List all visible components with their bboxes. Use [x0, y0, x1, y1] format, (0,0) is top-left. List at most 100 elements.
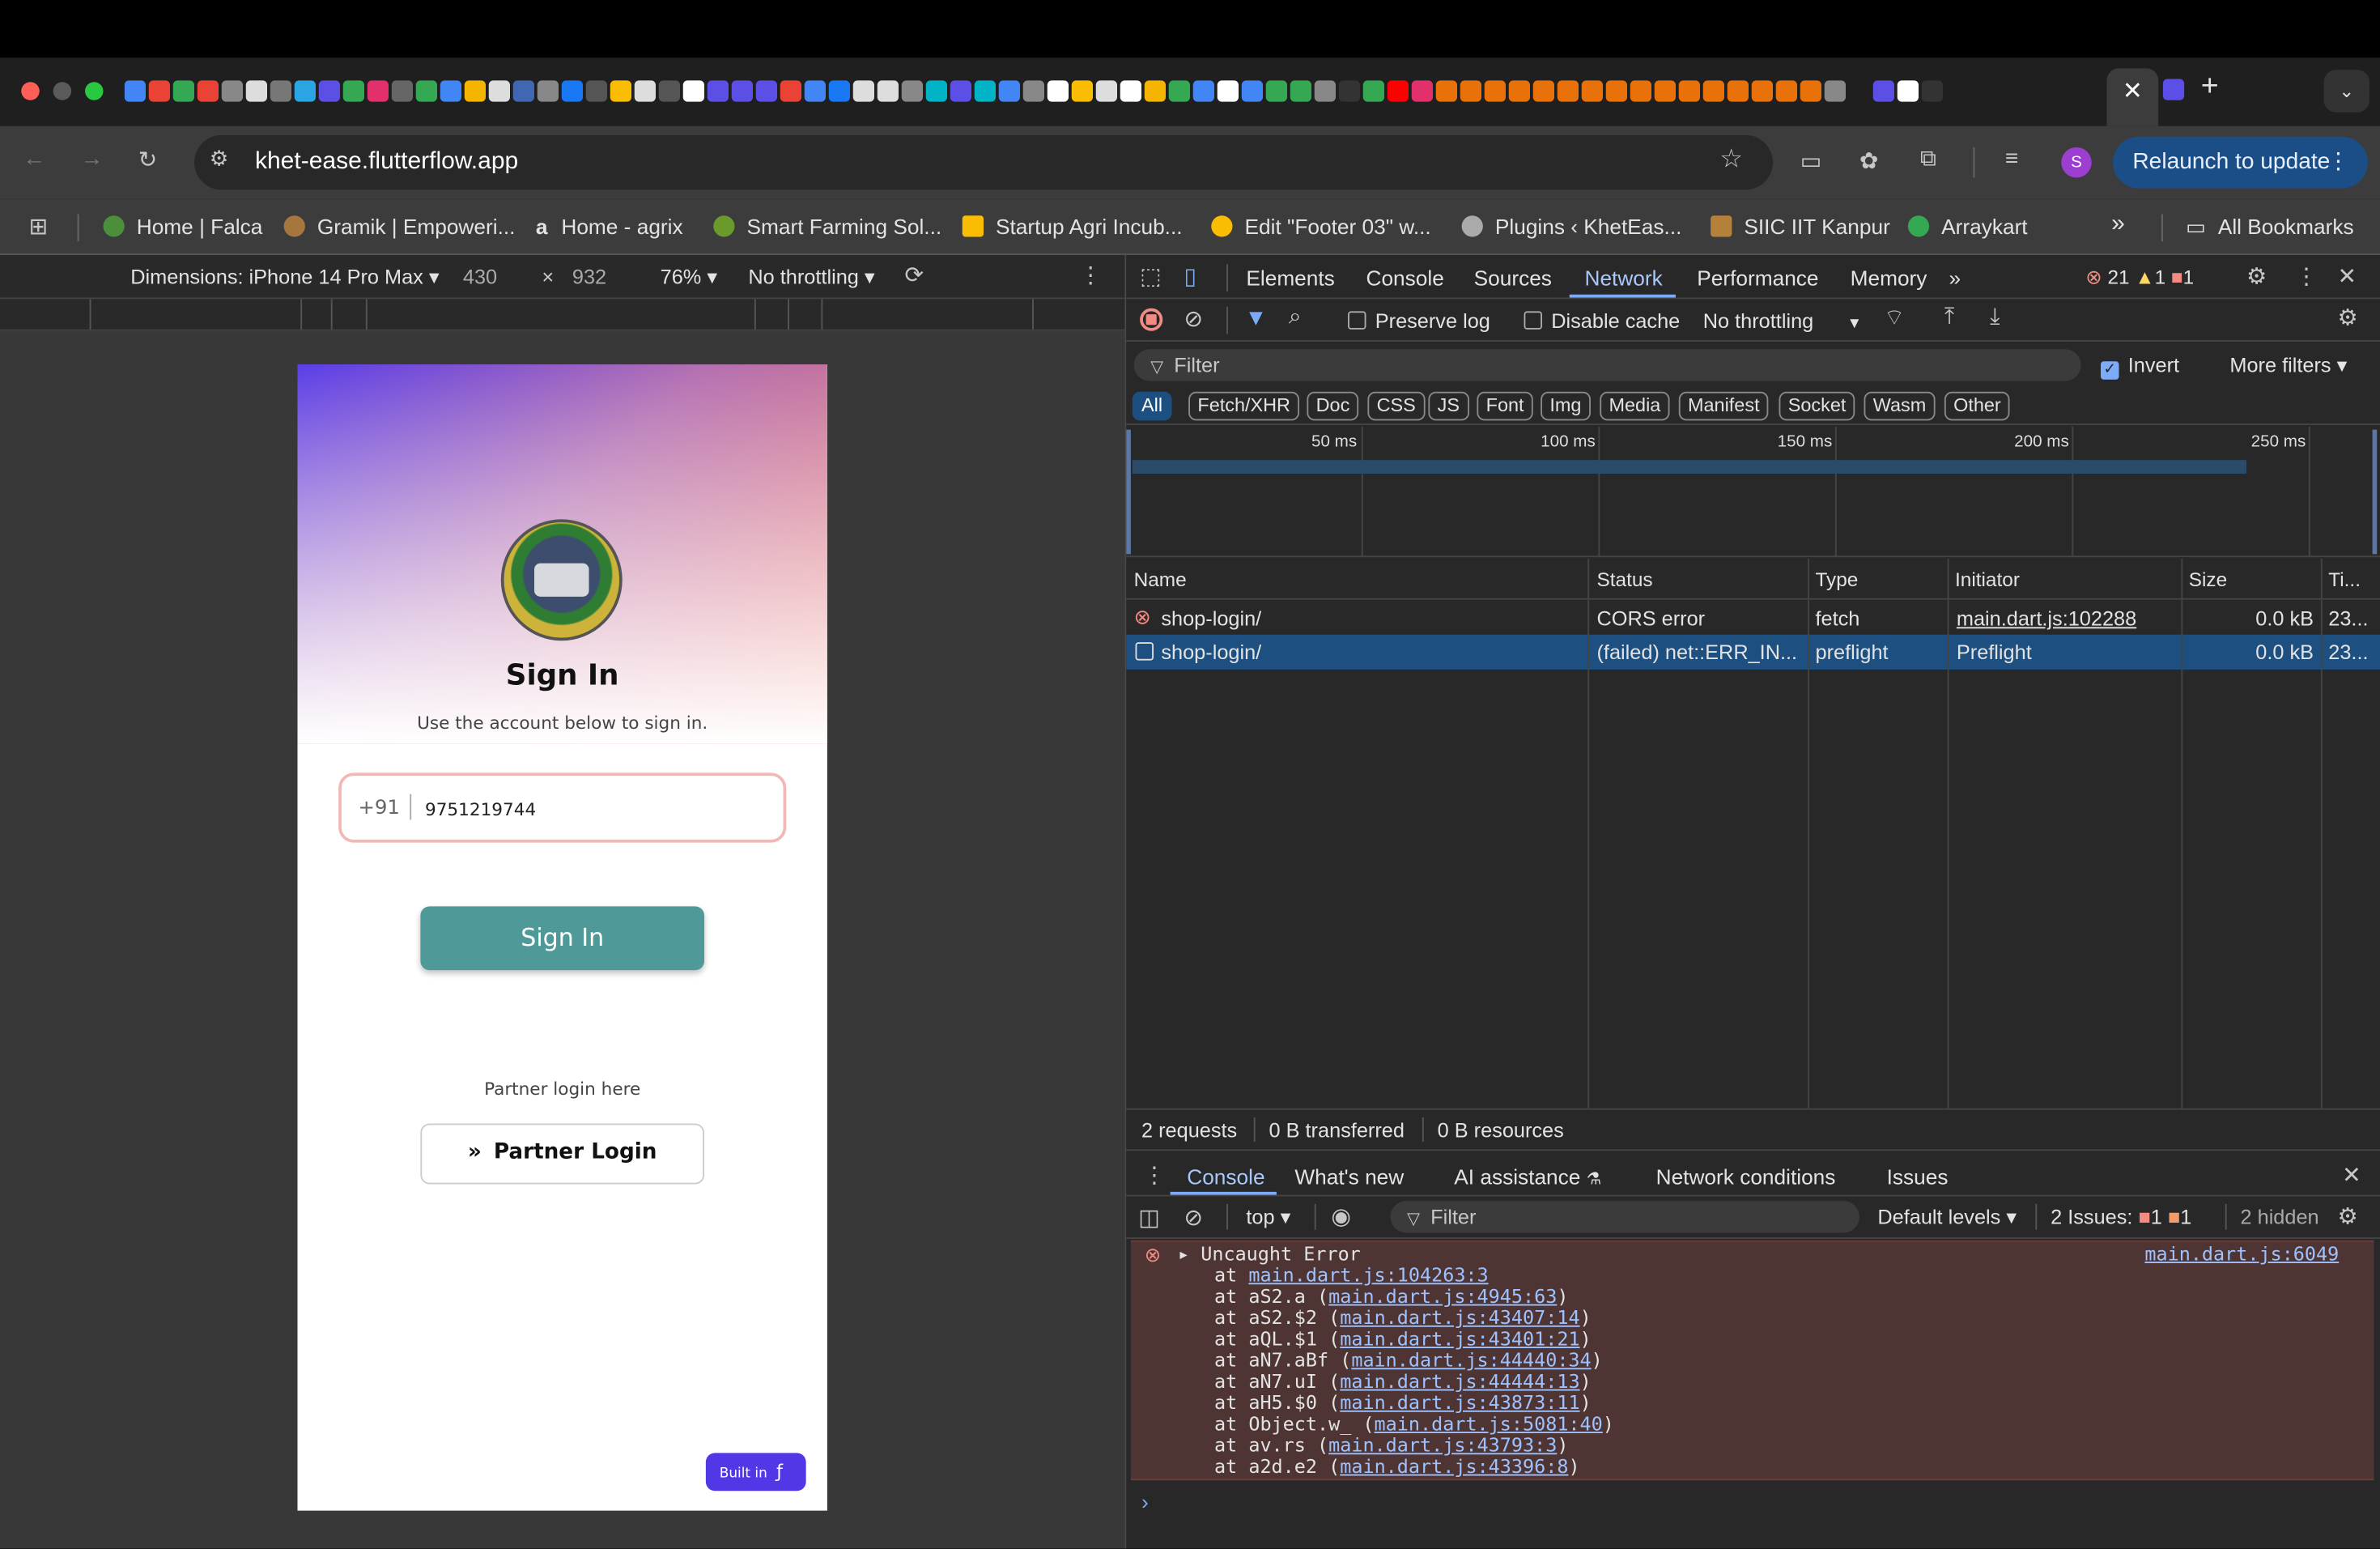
zoom-select[interactable]: 76% ▾: [661, 266, 717, 290]
phone-input[interactable]: 9751219744: [425, 798, 536, 819]
maximize-window-icon[interactable]: [85, 82, 104, 100]
phone-field[interactable]: [338, 772, 787, 843]
filter-js[interactable]: JS: [1428, 391, 1469, 421]
bookmark-item[interactable]: Startup Agri Incub...: [962, 214, 1183, 238]
timeline-left-handle[interactable]: [1126, 429, 1131, 555]
close-devtools-icon[interactable]: ✕: [2338, 262, 2357, 290]
eye-icon[interactable]: ◉: [1331, 1202, 1351, 1230]
column-name[interactable]: Name: [1134, 568, 1187, 590]
filter-all[interactable]: All: [1132, 391, 1172, 421]
rotate-icon[interactable]: ⟳: [905, 262, 924, 288]
stack-frame-link[interactable]: main.dart.js:43407:14: [1340, 1306, 1579, 1329]
relaunch-button[interactable]: Relaunch to update ⋮: [2113, 136, 2368, 189]
filter-css[interactable]: CSS: [1367, 391, 1426, 421]
bookmark-item[interactable]: Smart Farming Sol...: [713, 214, 941, 238]
kebab-menu-icon[interactable]: ⋮: [2295, 262, 2318, 290]
minimize-window-icon[interactable]: [53, 82, 72, 100]
device-toggle-icon[interactable]: ▯: [1184, 262, 1196, 290]
request-name[interactable]: shop-login/: [1161, 640, 1261, 663]
tab-console[interactable]: Console: [1366, 266, 1444, 290]
bookmark-item[interactable]: SIIC IIT Kanpur: [1711, 214, 1890, 238]
site-info-icon[interactable]: ⚙: [210, 146, 229, 172]
error-expand-toggle[interactable]: ▸ Uncaught Error: [1178, 1242, 1361, 1265]
close-drawer-icon[interactable]: ✕: [2342, 1161, 2361, 1189]
request-name[interactable]: shop-login/: [1161, 607, 1261, 630]
invert-checkbox[interactable]: ✓ Invert: [2101, 354, 2179, 380]
stack-frame-link[interactable]: main.dart.js:104263:3: [1248, 1263, 1488, 1286]
drawer-tab-ai-assistance[interactable]: AI assistance ⚗: [1454, 1164, 1601, 1189]
column-status[interactable]: Status: [1597, 568, 1653, 590]
tab-favicon-icon[interactable]: [2162, 79, 2185, 100]
filter-img[interactable]: Img: [1541, 391, 1591, 421]
extension-icon[interactable]: ✿: [1859, 147, 1879, 175]
export-har-icon[interactable]: ⤓: [1990, 304, 2000, 330]
height-input[interactable]: 932: [572, 266, 606, 288]
stack-frame-link[interactable]: main.dart.js:43873:11: [1340, 1391, 1579, 1414]
filter-other[interactable]: Other: [1944, 391, 2010, 421]
error-count-badge[interactable]: ⊗ 21 ▲1 ■1: [2085, 266, 2194, 290]
bookmark-item[interactable]: Edit "Footer 03" w...: [1211, 214, 1431, 238]
filter-funnel-icon[interactable]: ▼: [1245, 305, 1268, 331]
bookmarks-overflow-button[interactable]: »: [2111, 211, 2125, 239]
network-conditions-icon[interactable]: ⌔: [1884, 304, 1905, 333]
console-prompt-icon[interactable]: ›: [1141, 1489, 1149, 1513]
network-filter-input[interactable]: [1133, 349, 2081, 381]
drawer-menu-icon[interactable]: ⋮: [1143, 1161, 1166, 1189]
request-initiator-link[interactable]: main.dart.js:102288: [1957, 607, 2136, 630]
forward-arrow-icon[interactable]: →: [80, 146, 103, 172]
log-levels-select[interactable]: Default levels ▾: [1877, 1206, 2017, 1230]
tab-search-chevron-icon[interactable]: ⌄: [2323, 70, 2369, 113]
active-tab[interactable]: ✕: [2106, 68, 2159, 126]
filter-manifest[interactable]: Manifest: [1678, 391, 1769, 421]
stack-frame-link[interactable]: main.dart.js:43401:21: [1340, 1327, 1579, 1350]
table-row[interactable]: [1126, 602, 2380, 636]
filter-font[interactable]: Font: [1477, 391, 1533, 421]
network-throttling-select[interactable]: No throttling ▼: [1703, 310, 1862, 333]
media-control-icon[interactable]: ≡: [2005, 146, 2018, 172]
kebab-menu-icon[interactable]: ⋮: [2327, 137, 2349, 189]
bookmark-item[interactable]: Plugins ‹ KhetEas...: [1461, 214, 1681, 238]
disable-cache-checkbox[interactable]: Disable cache: [1524, 310, 1680, 333]
console-settings-icon[interactable]: ⚙: [2338, 1202, 2358, 1230]
back-arrow-icon[interactable]: ←: [23, 146, 45, 172]
bookmark-item[interactable]: Home | Falca: [103, 214, 262, 238]
bookmark-star-icon[interactable]: ☆: [1719, 144, 1743, 175]
all-bookmarks-button[interactable]: ▭ All Bookmarks: [2186, 214, 2354, 240]
tab-elements[interactable]: Elements: [1246, 266, 1334, 290]
cast-icon[interactable]: ▭: [1800, 147, 1822, 175]
search-icon[interactable]: ⌕: [1289, 304, 1302, 330]
close-window-icon[interactable]: [21, 82, 40, 100]
more-options-icon[interactable]: ⋮: [1079, 262, 1102, 288]
puzzle-icon[interactable]: ⧉: [1920, 146, 1936, 172]
partner-login-button[interactable]: » Partner Login: [420, 1123, 704, 1185]
clear-console-icon[interactable]: ⊘: [1184, 1204, 1204, 1232]
record-stop-icon[interactable]: [1140, 308, 1163, 331]
filter-doc[interactable]: Doc: [1307, 391, 1359, 421]
built-in-flutterflow-badge[interactable]: Built in ƒ: [705, 1453, 806, 1492]
inspect-element-icon[interactable]: ⬚: [1140, 262, 1162, 290]
more-tabs-icon[interactable]: »: [1949, 266, 1961, 290]
drawer-tab-issues[interactable]: Issues: [1887, 1164, 1949, 1189]
filter-socket[interactable]: Socket: [1779, 391, 1855, 421]
error-source-link[interactable]: main.dart.js:6049: [2144, 1242, 2339, 1265]
url-text[interactable]: khet-ease.flutterflow.app: [255, 149, 518, 177]
drawer-tab-console[interactable]: Console: [1187, 1164, 1264, 1189]
more-filters-button[interactable]: More filters ▾: [2229, 354, 2347, 378]
filter-fetch-xhr[interactable]: Fetch/XHR: [1188, 391, 1300, 421]
apps-grid-icon[interactable]: ⊞: [29, 213, 49, 240]
stack-frame-link[interactable]: main.dart.js:5081:40: [1375, 1412, 1603, 1435]
drawer-tab-whats-new[interactable]: What's new: [1294, 1164, 1404, 1189]
drawer-tab-network-conditions[interactable]: Network conditions: [1656, 1164, 1836, 1189]
column-size[interactable]: Size: [2189, 568, 2227, 590]
device-select[interactable]: Dimensions: iPhone 14 Pro Max ▾: [130, 266, 439, 290]
clear-icon[interactable]: ⊘: [1184, 305, 1204, 333]
sign-in-button[interactable]: Sign In: [420, 906, 704, 971]
stack-frame-link[interactable]: main.dart.js:4945:63: [1328, 1284, 1557, 1307]
context-select[interactable]: top ▾: [1246, 1206, 1290, 1230]
stack-frame-link[interactable]: main.dart.js:44440:34: [1351, 1348, 1591, 1371]
stack-frame-link[interactable]: main.dart.js:43396:8: [1340, 1454, 1568, 1477]
close-tab-icon[interactable]: ✕: [2123, 79, 2143, 105]
throttling-select[interactable]: No throttling ▾: [748, 266, 874, 290]
country-code[interactable]: +91: [359, 797, 400, 819]
bookmark-item[interactable]: Arraykart: [1907, 214, 2028, 238]
